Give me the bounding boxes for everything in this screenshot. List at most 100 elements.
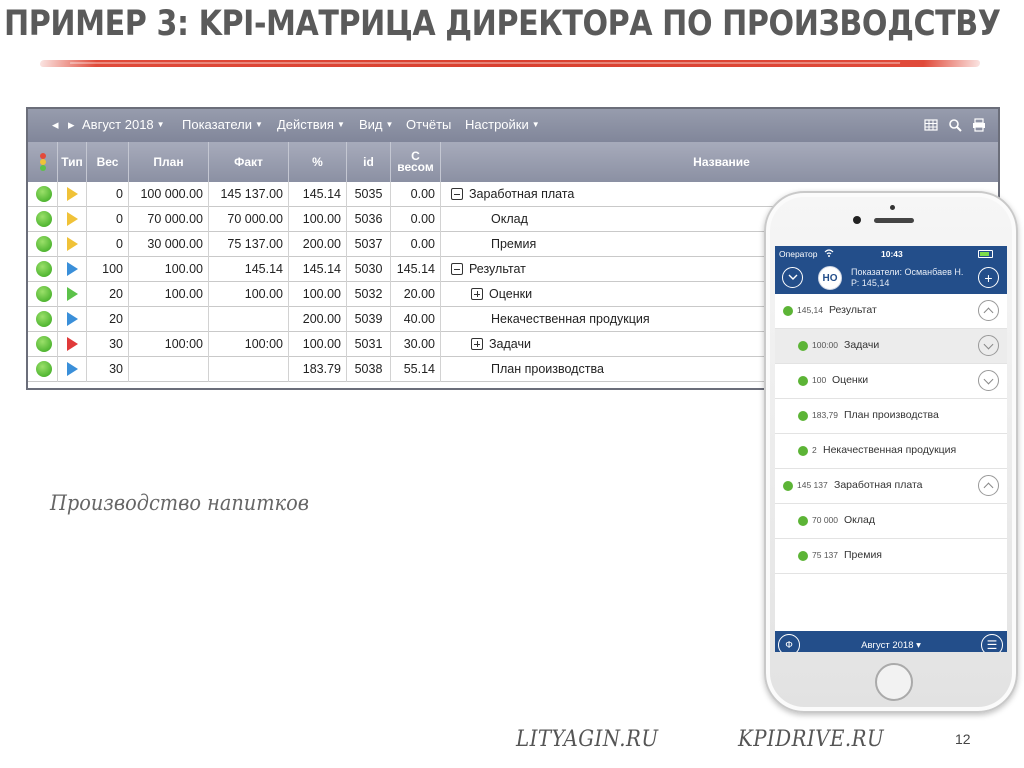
kpi-list-item[interactable]: 145 137 Заработная плата <box>775 469 1007 504</box>
status-dot-icon <box>36 186 52 202</box>
expand-icon[interactable] <box>471 338 483 350</box>
type-flag-icon <box>67 312 78 326</box>
kpi-value: 183,79 <box>812 410 838 420</box>
cell-type <box>58 332 87 357</box>
phone-mockup: Оператор 10:43 НО Показатели: Османбаев … <box>764 191 1018 713</box>
cell-percent: 100.00 <box>289 282 347 307</box>
kpi-value: 100:00 <box>812 340 838 350</box>
expand-icon[interactable] <box>471 288 483 300</box>
indicator-name: Премия <box>491 237 537 251</box>
phone-speaker <box>874 218 914 223</box>
cell-weighted: 40.00 <box>391 307 441 332</box>
column-header-id[interactable]: id <box>347 142 391 182</box>
status-dot-icon <box>798 446 808 456</box>
prev-period-button[interactable]: ◂ <box>52 117 59 133</box>
menu-actions[interactable]: Действия ▼ <box>277 117 345 132</box>
kpi-list-item[interactable]: 70 000 Оклад <box>775 504 1007 539</box>
status-dot-icon <box>36 286 52 302</box>
status-column-header[interactable] <box>28 142 58 182</box>
column-header-weight[interactable]: Вес <box>87 142 129 182</box>
column-header-percent[interactable]: % <box>289 142 347 182</box>
column-header-plan[interactable]: План <box>129 142 209 182</box>
cell-type <box>58 307 87 332</box>
period-selector[interactable]: Август 2018 ▾ <box>775 640 1007 651</box>
phone-camera <box>890 205 895 210</box>
cell-weight: 20 <box>87 307 129 332</box>
cell-type <box>58 207 87 232</box>
kpi-list-item[interactable]: 75 137 Премия <box>775 539 1007 574</box>
user-info: Показатели: Османбаев Н. Р: 145,14 <box>851 267 963 289</box>
kpi-list-item[interactable]: 183,79 План производства <box>775 399 1007 434</box>
collapse-icon[interactable] <box>451 188 463 200</box>
kpi-value: 70 000 <box>812 515 838 525</box>
menu-view[interactable]: Вид ▼ <box>359 117 393 132</box>
cell-status <box>28 182 58 207</box>
status-dot-icon <box>783 481 793 491</box>
cell-fact <box>209 307 289 332</box>
cell-plan: 100.00 <box>129 257 209 282</box>
status-bar: Оператор 10:43 <box>775 246 1007 262</box>
chevron-down-icon[interactable] <box>978 370 999 391</box>
status-dot-icon <box>798 516 808 526</box>
cell-id: 5030 <box>347 257 391 282</box>
status-dot-icon <box>36 261 52 277</box>
cell-weight: 0 <box>87 182 129 207</box>
chevron-up-icon[interactable] <box>978 475 999 496</box>
cell-plan <box>129 307 209 332</box>
kpi-value: 2 <box>812 445 817 455</box>
column-header-weighted[interactable]: С весом <box>391 142 441 182</box>
status-dot-icon <box>36 361 52 377</box>
cell-percent: 145.14 <box>289 182 347 207</box>
kpi-list-item[interactable]: 145,14 Результат <box>775 294 1007 329</box>
indicator-name: Результат <box>469 262 526 276</box>
footer-link-lityagin[interactable]: LITYAGIN.RU <box>516 727 659 752</box>
column-header-name[interactable]: Название <box>441 142 998 182</box>
avatar[interactable]: НО <box>818 266 842 290</box>
kpi-list-item[interactable]: 2 Некачественная продукция <box>775 434 1007 469</box>
kpi-list-item[interactable]: 100:00 Задачи <box>775 329 1007 364</box>
status-dot-icon <box>783 306 793 316</box>
indicator-name: План производства <box>491 362 604 376</box>
cell-plan: 70 000.00 <box>129 207 209 232</box>
cell-id: 5031 <box>347 332 391 357</box>
kpi-list-item[interactable]: 100 Оценки <box>775 364 1007 399</box>
cell-type <box>58 357 87 382</box>
column-header-type[interactable]: Тип <box>58 142 87 182</box>
cell-status <box>28 207 58 232</box>
chevron-up-icon[interactable] <box>978 300 999 321</box>
search-icon[interactable] <box>948 118 962 132</box>
indicator-name: Оценки <box>489 287 533 301</box>
add-button[interactable]: + <box>978 267 999 288</box>
kpi-name: Задачи <box>844 339 880 351</box>
indicator-name: Оклад <box>491 212 528 226</box>
cell-weight: 100 <box>87 257 129 282</box>
collapse-icon[interactable] <box>451 263 463 275</box>
clock-label: 10:43 <box>881 249 903 259</box>
indicator-name: Некачественная продукция <box>491 312 650 326</box>
menu-reports[interactable]: Отчёты <box>406 117 451 132</box>
period-dropdown[interactable]: Август 2018 ▼ <box>82 117 165 132</box>
home-button[interactable] <box>875 663 913 701</box>
cell-id: 5037 <box>347 232 391 257</box>
chevron-down-icon[interactable] <box>978 335 999 356</box>
menu-button[interactable]: ☰ <box>981 634 1003 652</box>
status-dot-icon <box>36 211 52 227</box>
cell-id: 5039 <box>347 307 391 332</box>
menu-settings[interactable]: Настройки ▼ <box>465 117 540 132</box>
cell-percent: 200.00 <box>289 307 347 332</box>
cell-type <box>58 257 87 282</box>
grid-icon[interactable] <box>924 118 938 132</box>
kpi-value: 145 137 <box>797 480 828 490</box>
collapse-button[interactable] <box>782 267 803 288</box>
menu-indicators[interactable]: Показатели ▼ <box>182 117 263 132</box>
battery-icon <box>978 250 993 258</box>
phone-screen: Оператор 10:43 НО Показатели: Османбаев … <box>775 246 1007 652</box>
print-icon[interactable] <box>972 118 986 132</box>
cell-weighted: 20.00 <box>391 282 441 307</box>
cell-weight: 20 <box>87 282 129 307</box>
footer-link-kpidrive[interactable]: KPIDRIVE.RU <box>738 727 884 752</box>
next-period-button[interactable]: ▸ <box>68 117 75 133</box>
cell-id: 5032 <box>347 282 391 307</box>
column-header-fact[interactable]: Факт <box>209 142 289 182</box>
cell-plan: 100.00 <box>129 282 209 307</box>
